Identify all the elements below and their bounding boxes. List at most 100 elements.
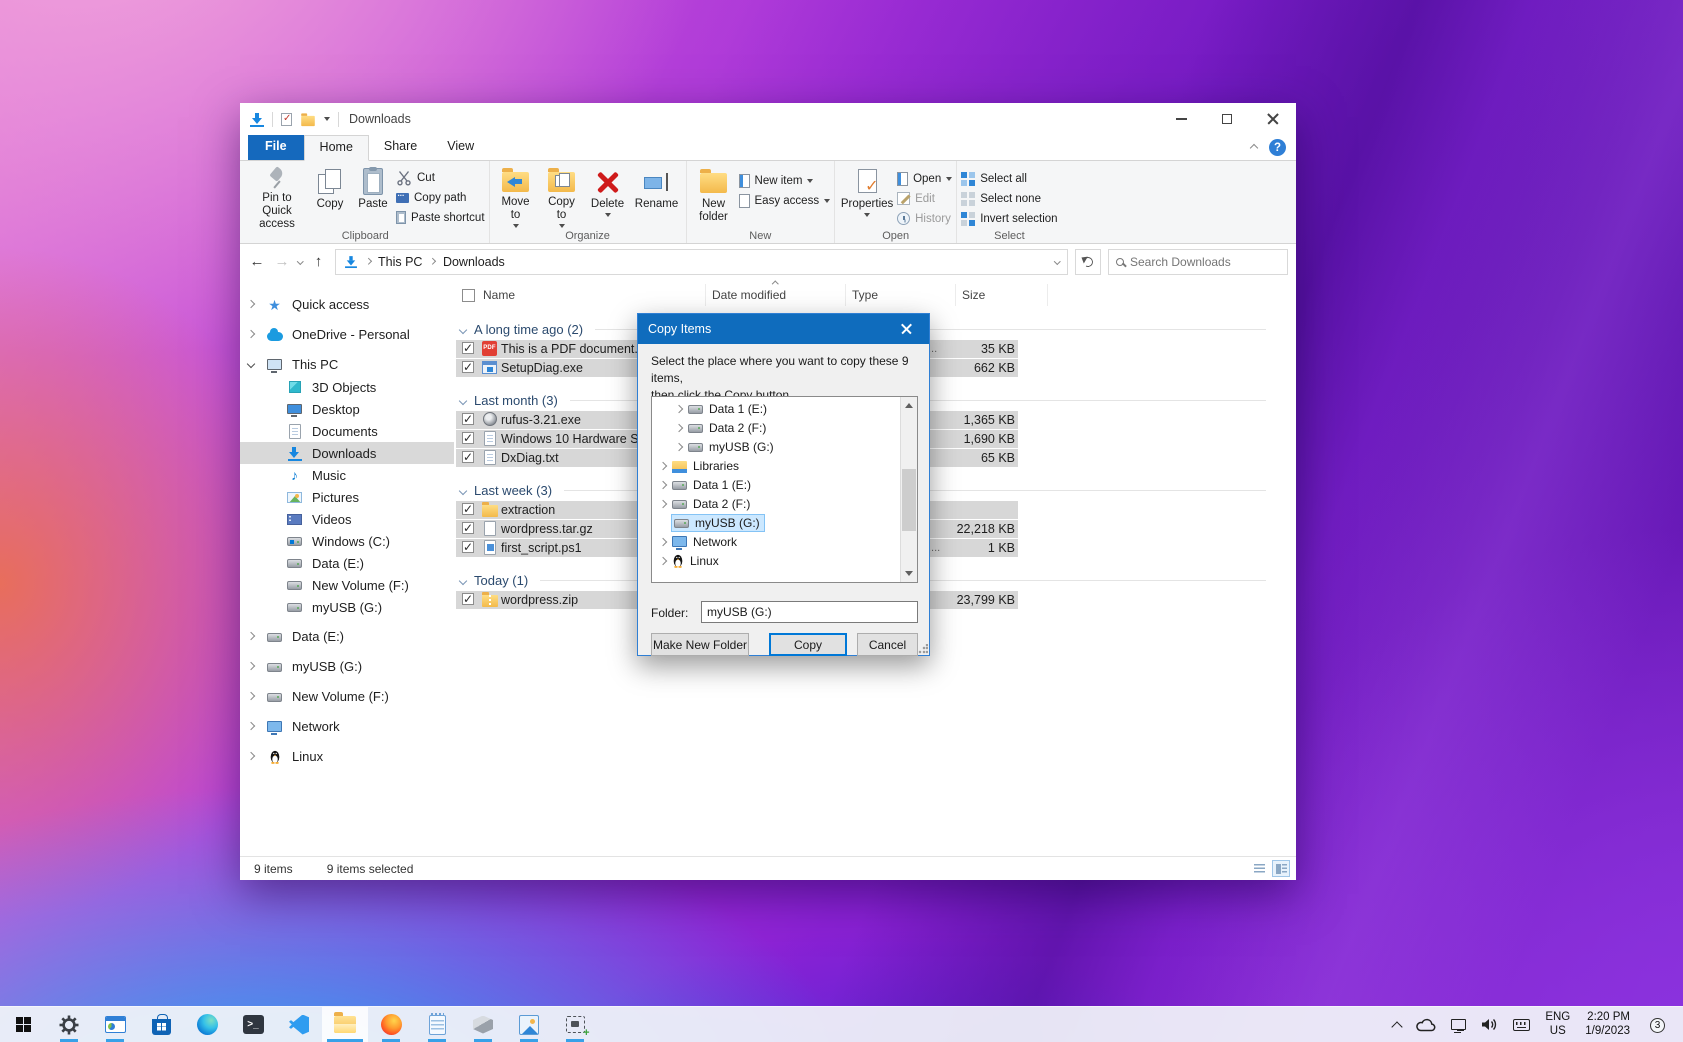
- network-tray-icon[interactable]: [1451, 1019, 1466, 1030]
- paste-button[interactable]: Paste: [352, 164, 394, 228]
- column-header-size[interactable]: Size: [956, 284, 1048, 306]
- customize-qat-chevron-icon[interactable]: [324, 117, 330, 121]
- onedrive-tray-icon[interactable]: [1416, 1018, 1436, 1032]
- expander-icon[interactable]: [247, 360, 255, 368]
- minimize-button[interactable]: [1158, 103, 1204, 135]
- dialog-close-button[interactable]: [884, 314, 929, 344]
- search-input[interactable]: [1130, 255, 1280, 269]
- cut-button[interactable]: Cut: [396, 169, 485, 186]
- resize-grip[interactable]: [918, 644, 928, 654]
- expander-icon[interactable]: [247, 722, 255, 730]
- close-button[interactable]: [1250, 103, 1296, 135]
- recent-locations-chevron-icon[interactable]: [297, 258, 303, 264]
- row-checkbox[interactable]: [462, 503, 474, 515]
- taskbar-firefox[interactable]: [368, 1007, 414, 1042]
- expander-icon[interactable]: [675, 423, 683, 431]
- taskbar-edge[interactable]: [184, 1007, 230, 1042]
- tree-item-data1-e[interactable]: Data 1 (E:): [652, 399, 917, 418]
- properties-button[interactable]: Properties: [839, 164, 895, 228]
- breadcrumb[interactable]: This PC Downloads: [335, 249, 1069, 275]
- expander-icon[interactable]: [659, 480, 667, 488]
- sidebar-item-music[interactable]: ♪Music: [240, 464, 454, 486]
- sidebar-item-new-volume-f-root[interactable]: New Volume (F:): [240, 685, 454, 708]
- taskbar-3d-viewer[interactable]: [460, 1007, 506, 1042]
- scrollbar-thumb[interactable]: [902, 469, 916, 531]
- sidebar-item-data-e-root[interactable]: Data (E:): [240, 625, 454, 648]
- tab-home[interactable]: Home: [304, 135, 369, 161]
- invert-selection-button[interactable]: Invert selection: [961, 210, 1057, 227]
- sidebar-item-linux[interactable]: Linux: [240, 745, 454, 768]
- move-to-button[interactable]: Move to: [494, 164, 538, 228]
- expander-icon[interactable]: [675, 404, 683, 412]
- column-header-date-modified[interactable]: Date modified: [706, 284, 846, 306]
- up-button[interactable]: ↑: [310, 253, 328, 270]
- touch-keyboard-icon[interactable]: [1513, 1019, 1530, 1031]
- select-all-button[interactable]: Select all: [961, 170, 1057, 187]
- thumbnails-view-button[interactable]: [1272, 860, 1290, 877]
- cancel-button[interactable]: Cancel: [857, 633, 918, 656]
- sidebar-item-documents[interactable]: Documents: [240, 420, 454, 442]
- make-new-folder-button[interactable]: Make New Folder: [651, 633, 749, 656]
- properties-qat-icon[interactable]: [281, 113, 292, 126]
- taskbar-settings[interactable]: [46, 1007, 92, 1042]
- breadcrumb-this-pc[interactable]: This PC: [378, 255, 422, 269]
- collapse-group-icon[interactable]: [459, 396, 467, 404]
- collapse-ribbon-icon[interactable]: [1250, 143, 1258, 151]
- taskbar-microsoft-store[interactable]: [138, 1007, 184, 1042]
- row-checkbox[interactable]: [462, 593, 474, 605]
- taskbar-photos[interactable]: [506, 1007, 552, 1042]
- tab-view[interactable]: View: [432, 135, 489, 160]
- expander-icon[interactable]: [659, 556, 667, 564]
- tree-item-data2-f[interactable]: Data 2 (F:): [652, 418, 917, 437]
- tab-file[interactable]: File: [248, 135, 304, 160]
- tree-item-myusb-g[interactable]: myUSB (G:): [652, 437, 917, 456]
- language-indicator[interactable]: ENG US: [1545, 1011, 1570, 1038]
- tree-item-data2-f-root[interactable]: Data 2 (F:): [652, 494, 917, 513]
- taskbar-system-info[interactable]: [92, 1007, 138, 1042]
- row-checkbox[interactable]: [462, 432, 474, 444]
- expander-icon[interactable]: [247, 692, 255, 700]
- expander-icon[interactable]: [247, 662, 255, 670]
- taskbar-terminal[interactable]: >_: [230, 1007, 276, 1042]
- taskbar-notepad[interactable]: [414, 1007, 460, 1042]
- sidebar-item-3d-objects[interactable]: 3D Objects: [240, 376, 454, 398]
- scroll-down-icon[interactable]: [901, 565, 917, 582]
- tab-share[interactable]: Share: [369, 135, 432, 160]
- edit-button[interactable]: Edit: [897, 190, 952, 207]
- expander-icon[interactable]: [247, 330, 255, 338]
- taskbar-snipping-tool[interactable]: [552, 1007, 598, 1042]
- expander-icon[interactable]: [675, 442, 683, 450]
- sidebar-item-network[interactable]: Network: [240, 715, 454, 738]
- address-dropdown-icon[interactable]: [1054, 258, 1060, 264]
- sidebar-item-pictures[interactable]: Pictures: [240, 486, 454, 508]
- tree-item-libraries[interactable]: Libraries: [652, 456, 917, 475]
- sidebar-item-data-e[interactable]: Data (E:): [240, 552, 454, 574]
- row-checkbox[interactable]: [462, 361, 474, 373]
- copy-confirm-button[interactable]: Copy: [769, 633, 847, 656]
- action-center-button[interactable]: 3: [1645, 1014, 1671, 1036]
- collapse-group-icon[interactable]: [459, 576, 467, 584]
- select-none-button[interactable]: Select none: [961, 190, 1057, 207]
- delete-button[interactable]: Delete: [586, 164, 630, 228]
- breadcrumb-downloads[interactable]: Downloads: [443, 255, 505, 269]
- easy-access-button[interactable]: Easy access: [739, 192, 831, 209]
- sidebar-item-quick-access[interactable]: ★Quick access: [240, 293, 454, 316]
- row-checkbox[interactable]: [462, 342, 474, 354]
- expander-icon[interactable]: [247, 632, 255, 640]
- show-hidden-icons-chevron[interactable]: [1392, 1021, 1403, 1032]
- expander-icon[interactable]: [659, 461, 667, 469]
- new-folder-qat-icon[interactable]: [301, 115, 315, 125]
- pin-to-quick-access-button[interactable]: Pin to Quick access: [246, 164, 308, 228]
- volume-icon[interactable]: [1481, 1017, 1498, 1032]
- rename-button[interactable]: Rename: [632, 164, 682, 228]
- paste-shortcut-button[interactable]: Paste shortcut: [396, 209, 485, 226]
- row-checkbox[interactable]: [462, 451, 474, 463]
- new-folder-button[interactable]: New folder: [691, 164, 737, 228]
- column-header-name[interactable]: Name: [456, 284, 706, 306]
- sidebar-item-myusb-g-root[interactable]: myUSB (G:): [240, 655, 454, 678]
- expander-icon[interactable]: [247, 752, 255, 760]
- sidebar-item-onedrive[interactable]: OneDrive - Personal: [240, 323, 454, 346]
- tree-item-linux[interactable]: Linux: [652, 551, 917, 570]
- row-checkbox[interactable]: [462, 413, 474, 425]
- forward-button[interactable]: →: [273, 253, 291, 270]
